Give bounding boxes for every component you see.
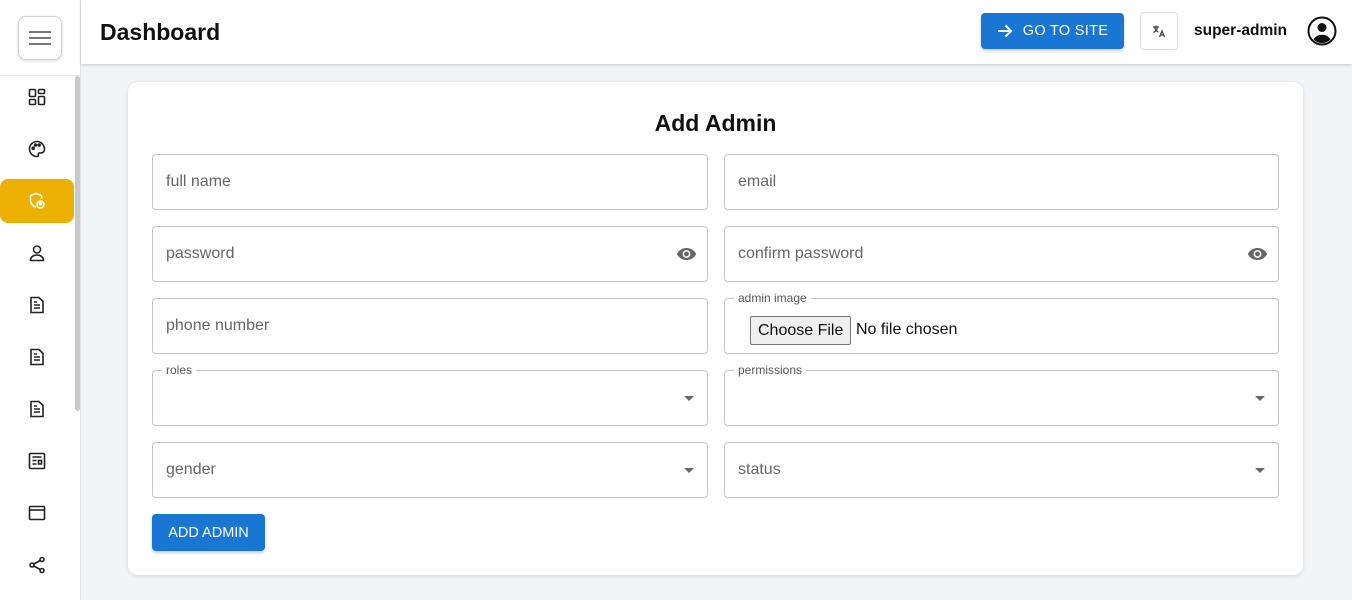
dropdown-arrow-icon xyxy=(684,468,694,473)
add-admin-card: Add Admin full name email password confi… xyxy=(128,82,1303,575)
admin-image-field: admin image Choose File No file chosen xyxy=(724,291,1279,354)
palette-icon xyxy=(28,140,46,158)
permissions-select[interactable]: permissions xyxy=(724,363,1279,426)
menu-toggle-button[interactable] xyxy=(18,16,62,60)
password-placeholder: password xyxy=(166,245,235,262)
arrow-right-icon xyxy=(997,24,1013,38)
user-name: super-admin xyxy=(1194,22,1288,39)
sidebar-item-users[interactable] xyxy=(0,231,74,275)
gender-select[interactable]: gender xyxy=(152,442,708,498)
go-to-site-button[interactable]: GO TO SITE xyxy=(981,13,1124,49)
dropdown-arrow-icon xyxy=(684,396,694,401)
share-icon xyxy=(29,556,45,574)
sidebar-item-social[interactable] xyxy=(0,543,74,587)
admin-image-label: admin image xyxy=(734,291,811,305)
email-input[interactable]: email xyxy=(724,154,1279,210)
roles-select[interactable]: roles xyxy=(152,363,708,426)
dropdown-arrow-icon xyxy=(1255,468,1265,473)
dropdown-arrow-icon xyxy=(1255,396,1265,401)
status-placeholder: status xyxy=(738,461,781,478)
user-icon xyxy=(29,245,45,262)
phone-number-placeholder: phone number xyxy=(166,317,270,334)
eye-icon[interactable] xyxy=(676,245,697,263)
translate-icon xyxy=(1153,25,1166,38)
sidebar-item-articles[interactable] xyxy=(0,439,74,483)
gender-placeholder: gender xyxy=(166,461,216,478)
status-select[interactable]: status xyxy=(724,442,1279,498)
form-title: Add Admin xyxy=(654,110,777,136)
hamburger-icon xyxy=(29,31,51,45)
sidebar-item-pages-1[interactable] xyxy=(0,283,74,327)
email-placeholder: email xyxy=(738,173,777,190)
document-icon xyxy=(30,400,44,418)
sidebar-scrollbar[interactable] xyxy=(75,76,80,411)
document-icon xyxy=(30,348,44,366)
full-name-input[interactable]: full name xyxy=(152,154,708,210)
permissions-label: permissions xyxy=(734,363,807,377)
go-to-site-label: GO TO SITE xyxy=(1022,23,1109,39)
sidebar-item-dashboard[interactable] xyxy=(0,75,74,119)
dashboard-icon xyxy=(28,88,46,106)
admin-shield-icon xyxy=(29,192,45,209)
phone-number-input[interactable]: phone number xyxy=(152,298,708,354)
sidebar-item-admins[interactable] xyxy=(0,179,74,223)
language-toggle-button[interactable] xyxy=(1140,12,1178,50)
roles-label: roles xyxy=(162,363,197,377)
window-icon xyxy=(28,505,46,521)
sidebar-item-pages-2[interactable] xyxy=(0,335,74,379)
confirm-password-input[interactable]: confirm password xyxy=(724,226,1279,282)
sidebar-item-windows[interactable] xyxy=(0,491,74,535)
choose-file-button[interactable]: Choose File xyxy=(750,316,852,345)
sidebar-item-themes[interactable] xyxy=(0,127,74,171)
confirm-password-placeholder: confirm password xyxy=(738,245,864,262)
password-input[interactable]: password xyxy=(152,226,708,282)
account-circle-icon[interactable] xyxy=(1307,16,1337,46)
eye-icon[interactable] xyxy=(1247,245,1268,263)
full-name-placeholder: full name xyxy=(166,173,231,190)
page-title: Dashboard xyxy=(100,19,221,45)
document-icon xyxy=(30,296,44,314)
top-header: Dashboard GO TO SITE super-admin xyxy=(81,0,1352,64)
no-file-chosen-text: No file chosen xyxy=(856,321,958,338)
add-admin-button[interactable]: ADD ADMIN xyxy=(152,514,265,551)
sidebar xyxy=(0,0,81,600)
sidebar-item-pages-3[interactable] xyxy=(0,387,74,431)
article-icon xyxy=(28,452,46,470)
